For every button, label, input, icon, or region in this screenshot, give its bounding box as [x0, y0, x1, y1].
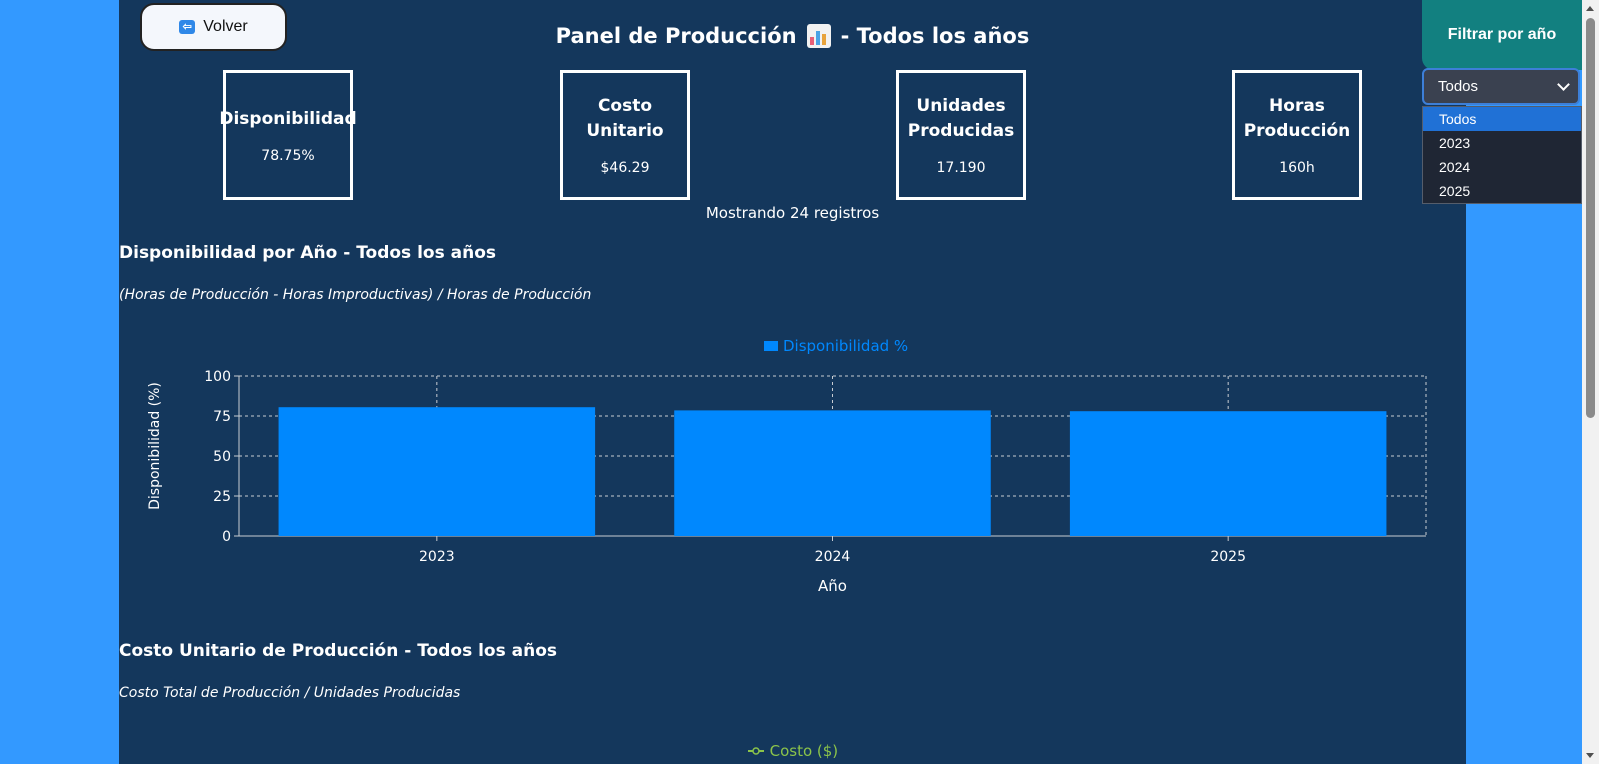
page-title-suffix: - Todos los años — [840, 24, 1030, 48]
availability-formula: (Horas de Producción - Horas Improductiv… — [119, 287, 592, 303]
y-tick-label: 100 — [204, 369, 231, 385]
year-filter-selected-value: Todos — [1438, 78, 1479, 95]
vertical-scrollbar[interactable] — [1582, 0, 1599, 764]
x-tick-label: 2023 — [419, 549, 455, 565]
line-legend-icon — [747, 747, 764, 755]
bar-2024 — [674, 410, 991, 536]
page-title: Panel de Producción - Todos los años — [119, 0, 1466, 72]
scroll-down-arrow-icon — [1586, 753, 1594, 758]
year-option-todos[interactable]: Todos — [1423, 107, 1581, 131]
legend-swatch — [764, 341, 778, 351]
kpi-card-value: 78.75% — [261, 147, 315, 164]
kpi-card-value: 160h — [1279, 160, 1315, 176]
x-tick-label: 2024 — [815, 549, 851, 565]
year-option-2023[interactable]: 2023 — [1423, 131, 1581, 155]
y-tick-label: 0 — [222, 529, 231, 545]
unit-cost-legend-label: Costo ($) — [769, 742, 839, 760]
scroll-down-button[interactable] — [1582, 747, 1599, 764]
page-title-text: Panel de Producción — [555, 24, 797, 48]
year-option-2024[interactable]: 2024 — [1423, 155, 1581, 179]
y-tick-label: 50 — [213, 449, 231, 465]
year-option-2025[interactable]: 2025 — [1423, 179, 1581, 203]
kpi-card-unidades-producidas: Unidades Producidas 17.190 — [896, 70, 1026, 200]
x-axis-title: Año — [818, 577, 847, 595]
scroll-up-arrow-icon — [1586, 6, 1594, 11]
unit-cost-formula: Costo Total de Producción / Unidades Pro… — [119, 685, 461, 701]
kpi-card-title: Unidades Producidas — [907, 96, 1015, 141]
y-axis-title: Disponibilidad (%) — [147, 382, 163, 510]
back-button[interactable]: ⇦ Volver — [140, 3, 287, 51]
legend-label: Disponibilidad % — [783, 337, 908, 355]
kpi-card-costo-unitario: Costo Unitario $46.29 — [560, 70, 690, 200]
y-tick-label: 75 — [213, 409, 231, 425]
dashboard-panel: Panel de Producción - Todos los años Dis… — [119, 0, 1466, 764]
kpi-card-title: Disponibilidad — [219, 108, 357, 129]
kpi-card-disponibilidad: Disponibilidad 78.75% — [219, 70, 357, 200]
unit-cost-section-title: Costo Unitario de Producción - Todos los… — [119, 641, 558, 661]
bar-2025 — [1069, 411, 1387, 536]
unit-cost-legend: Costo ($) — [119, 742, 1466, 760]
kpi-card-horas-produccion: Horas Producción 160h — [1232, 70, 1362, 200]
bar-chart-emoji-icon — [806, 24, 831, 48]
kpi-card-title: Horas Producción — [1243, 96, 1351, 141]
kpi-card-value: 17.190 — [936, 160, 986, 176]
back-arrow-icon: ⇦ — [179, 20, 196, 34]
year-filter-panel: Filtrar por año — [1422, 0, 1582, 70]
bar-2023 — [278, 407, 596, 536]
back-button-label: Volver — [203, 18, 248, 35]
kpi-card-title: Costo Unitario — [586, 96, 664, 141]
year-filter-select[interactable]: Todos — [1422, 68, 1580, 105]
availability-section-title: Disponibilidad por Año - Todos los años — [119, 243, 497, 263]
y-tick-label: 25 — [213, 489, 231, 505]
scroll-up-button[interactable] — [1582, 0, 1599, 17]
year-filter-title: Filtrar por año — [1447, 26, 1557, 43]
scrollbar-thumb[interactable] — [1586, 18, 1595, 418]
x-tick-label: 2025 — [1210, 549, 1246, 565]
records-count: Mostrando 24 registros — [705, 204, 880, 222]
availability-bar-chart: Disponibilidad % 0 25 50 75 100 2023 2024 2025 Añ… — [147, 337, 1427, 595]
chevron-down-icon — [1557, 78, 1570, 91]
year-filter-dropdown: Todos 2023 2024 2025 — [1422, 106, 1582, 204]
kpi-card-value: $46.29 — [600, 160, 650, 176]
